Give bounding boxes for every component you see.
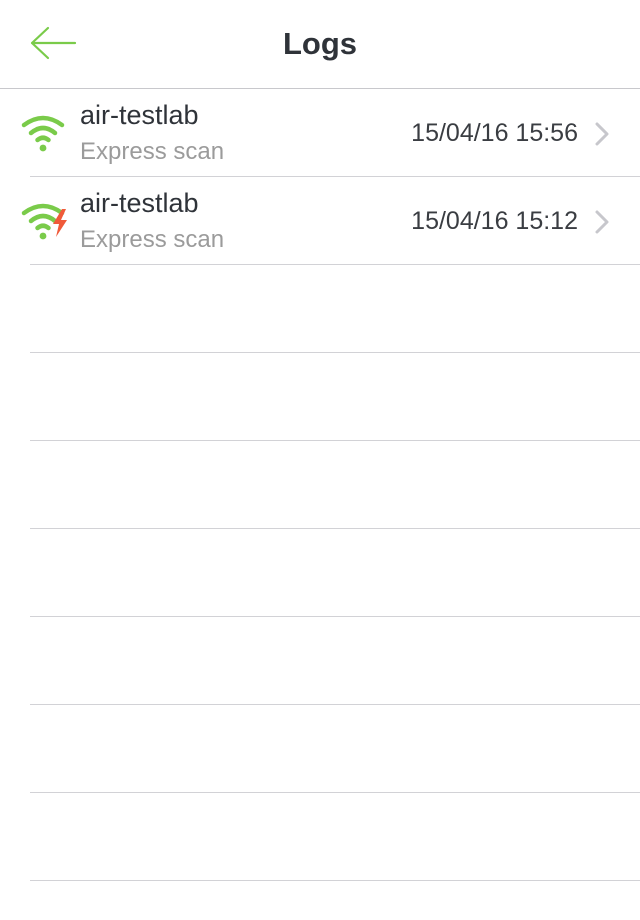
chevron-right-icon bbox=[595, 122, 609, 146]
wifi-warning-icon bbox=[21, 203, 67, 240]
page-title: Logs bbox=[282, 26, 358, 61]
nav-bar: Logs bbox=[0, 0, 640, 89]
log-row[interactable]: air-testlab Express scan 15/04/16 15:12 bbox=[0, 177, 640, 265]
scan-type: Express scan bbox=[80, 138, 225, 165]
empty-row bbox=[0, 617, 640, 705]
log-datetime: 15/04/16 15:12 bbox=[411, 207, 578, 235]
empty-row bbox=[0, 793, 640, 881]
network-name: air-testlab bbox=[80, 188, 199, 218]
log-row[interactable]: air-testlab Express scan 15/04/16 15:56 bbox=[0, 89, 640, 177]
scan-type: Express scan bbox=[80, 226, 225, 253]
chevron-right-icon bbox=[595, 210, 609, 234]
empty-row bbox=[0, 353, 640, 441]
empty-row bbox=[0, 265, 640, 353]
wifi-icon bbox=[21, 115, 65, 152]
empty-row bbox=[0, 529, 640, 617]
network-name: air-testlab bbox=[80, 100, 199, 130]
log-list: air-testlab Express scan 15/04/16 15:56 … bbox=[0, 89, 640, 881]
empty-row bbox=[0, 705, 640, 793]
log-datetime: 15/04/16 15:56 bbox=[411, 119, 578, 147]
empty-row bbox=[0, 441, 640, 529]
